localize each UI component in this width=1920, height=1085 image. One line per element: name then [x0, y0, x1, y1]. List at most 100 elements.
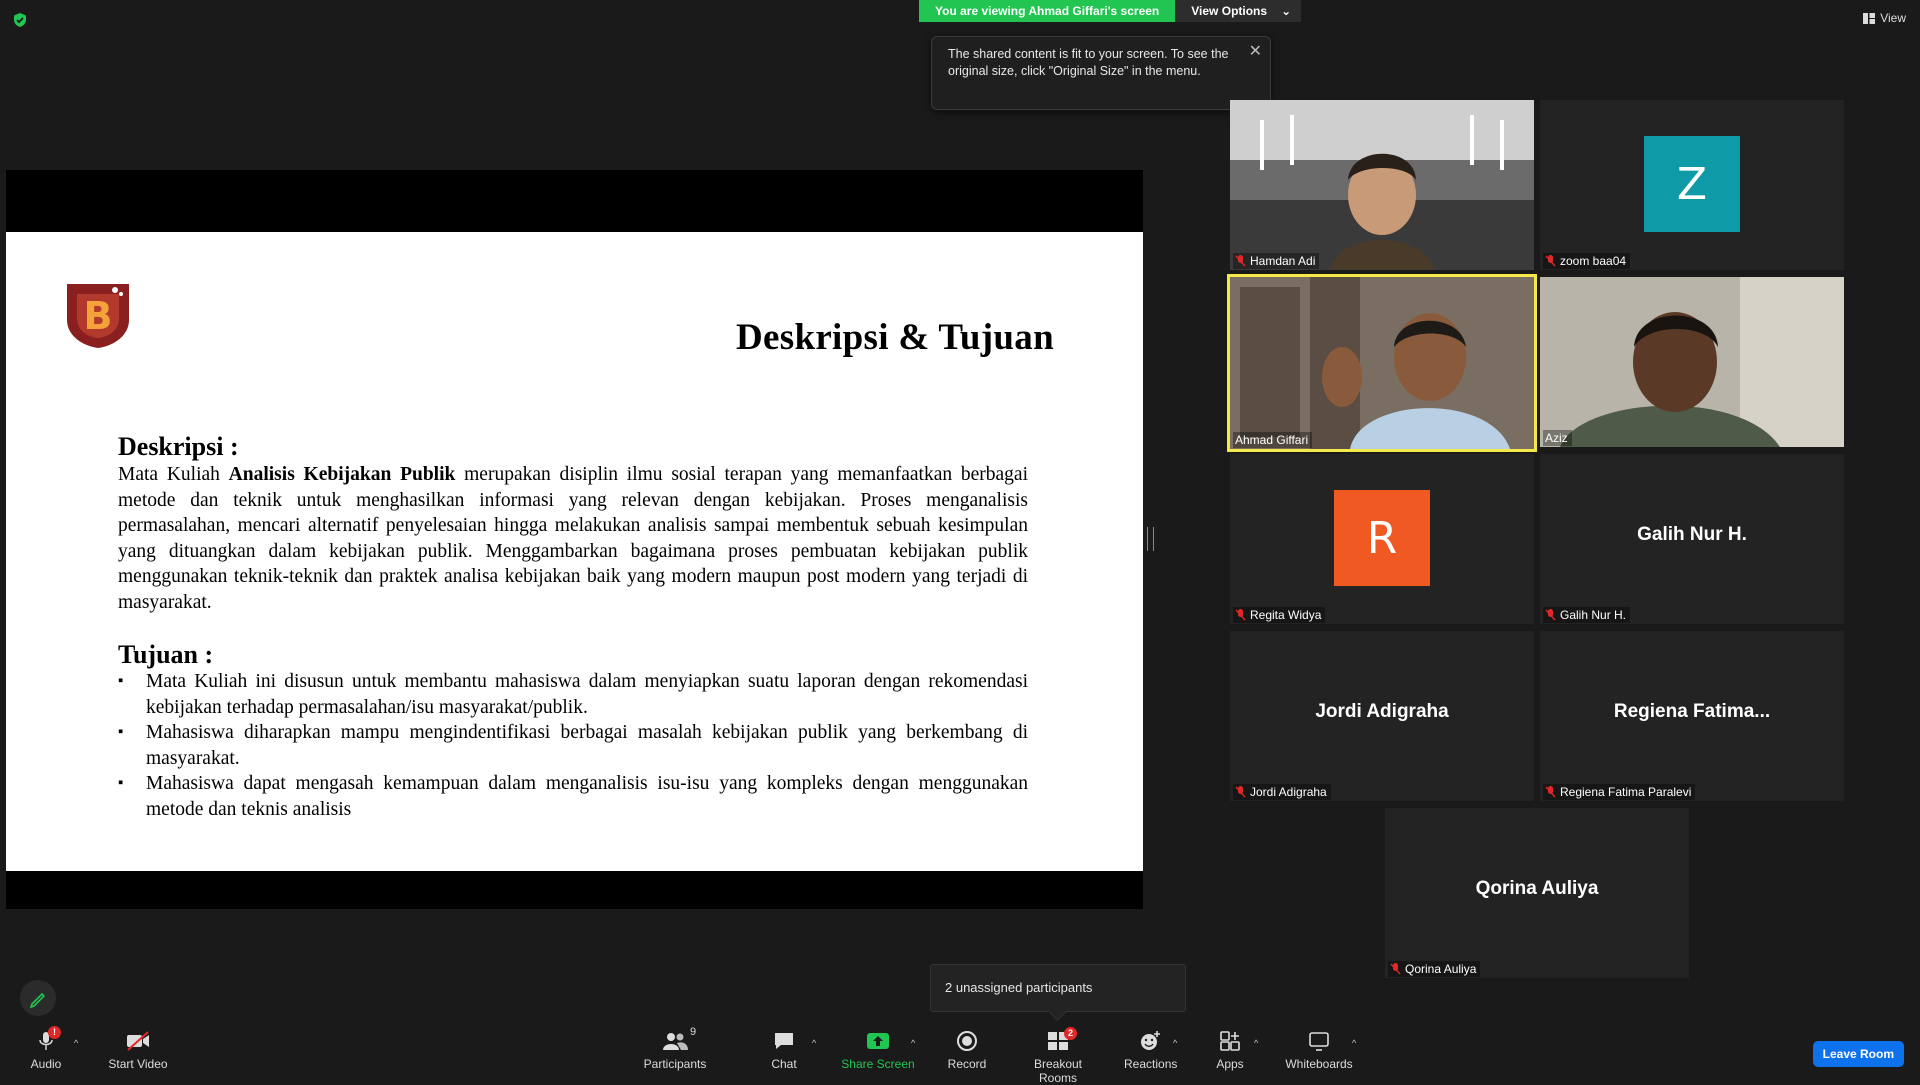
course-name: Analisis Kebijakan Publik [228, 464, 456, 485]
share-screen-label: Share Screen [841, 1057, 915, 1071]
screen-share-banner: You are viewing Ahmad Giffari's screen V… [919, 0, 1302, 22]
apps-options-caret[interactable]: ^ [1254, 1038, 1258, 1048]
mic-muted-icon [1545, 609, 1556, 621]
deskripsi-pre: Mata Kuliah [118, 464, 229, 485]
participant-name: Regita Widya [1233, 607, 1326, 623]
record-button[interactable]: Record [946, 1030, 988, 1071]
record-label: Record [947, 1057, 987, 1071]
tooltip-text: The shared content is fit to your screen… [948, 47, 1229, 78]
whiteboards-label: Whiteboards [1285, 1057, 1353, 1071]
participant-name: Aziz [1543, 430, 1572, 446]
video-tile-hamdan[interactable]: Hamdan Adi [1230, 100, 1534, 270]
reactions-options-caret[interactable]: ^ [1173, 1038, 1177, 1048]
view-button[interactable]: View [1863, 11, 1906, 25]
participant-display-name: Qorina Auliya [1475, 878, 1599, 899]
video-off-icon [127, 1031, 149, 1051]
reactions-label: Reactions [1124, 1057, 1178, 1071]
chat-options-caret[interactable]: ^ [812, 1038, 816, 1048]
apps-icon [1220, 1031, 1240, 1051]
tujuan-heading: Tujuan : [118, 640, 214, 669]
deskripsi-rest: merupakan disiplin ilmu sosial terapan y… [118, 464, 1028, 613]
audio-alert-badge: ! [48, 1026, 61, 1039]
participant-name: zoom baa04 [1543, 253, 1631, 269]
share-screen-icon [867, 1033, 889, 1049]
participant-name: Galih Nur H. [1543, 607, 1631, 623]
participants-label: Participants [643, 1057, 707, 1071]
chat-button[interactable]: Chat [764, 1030, 804, 1071]
audio-button[interactable]: ! Audio [26, 1026, 66, 1071]
viewing-label: You are viewing Ahmad Giffari's screen [919, 0, 1176, 22]
svg-text:B: B [84, 294, 113, 338]
whiteboards-options-caret[interactable]: ^ [1352, 1038, 1356, 1048]
participant-display-name: Jordi Adigraha [1315, 701, 1449, 722]
chevron-down-icon: ⌄ [1281, 4, 1292, 18]
close-icon[interactable]: ✕ [1249, 41, 1262, 61]
video-tile-regita[interactable]: R Regita Widya [1230, 454, 1534, 624]
resize-handle[interactable] [1147, 527, 1154, 551]
mic-muted-icon [1545, 255, 1556, 267]
breakout-rooms-button[interactable]: 2 Breakout Rooms [1014, 1027, 1102, 1085]
video-tile-zoom[interactable]: Z zoom baa04 [1540, 100, 1844, 270]
whiteboard-icon [1309, 1032, 1329, 1051]
deskripsi-paragraph: Mata Kuliah Analisis Kebijakan Publik me… [118, 462, 1028, 615]
chat-label: Chat [771, 1057, 797, 1071]
slide-title: Deskripsi & Tujuan [736, 317, 1054, 358]
audio-label: Audio [30, 1057, 62, 1071]
deskripsi-heading: Deskripsi : [118, 432, 239, 461]
breakout-rooms-label: Breakout Rooms [1033, 1057, 1083, 1085]
video-tile-aziz[interactable]: Aziz [1540, 277, 1844, 447]
tujuan-list: Mata Kuliah ini disusun untuk membantu m… [118, 669, 1028, 822]
video-tile-qorina[interactable]: Qorina Auliya Qorina Auliya [1385, 808, 1689, 978]
avatar: R [1334, 490, 1430, 586]
tujuan-item: Mahasiswa diharapkan mampu mengindentifi… [118, 720, 1028, 771]
participant-name: Ahmad Giffari [1233, 432, 1313, 448]
participants-button[interactable]: 9 Participants [640, 1026, 710, 1071]
breakout-badge: 2 [1064, 1027, 1077, 1040]
university-logo: B [67, 284, 129, 348]
share-options-caret[interactable]: ^ [911, 1038, 915, 1048]
participant-name: Regiena Fatima Paralevi [1543, 784, 1696, 800]
mic-muted-icon [1390, 963, 1401, 975]
view-options-button[interactable]: View Options ⌄ [1175, 0, 1302, 22]
start-video-button[interactable]: Start Video [106, 1030, 170, 1071]
participant-name: Hamdan Adi [1233, 253, 1320, 269]
apps-label: Apps [1216, 1057, 1244, 1071]
tujuan-item: Mahasiswa dapat mengasah kemampuan dalam… [118, 771, 1028, 822]
unassigned-participants-popup[interactable]: 2 unassigned participants [930, 964, 1186, 1021]
audio-options-caret[interactable]: ^ [74, 1038, 78, 1048]
start-video-label: Start Video [108, 1057, 168, 1071]
whiteboards-button[interactable]: Whiteboards [1282, 1030, 1356, 1071]
mic-muted-icon [1235, 609, 1246, 621]
video-feed-aziz [1540, 277, 1844, 447]
participants-count: 9 [690, 1026, 697, 1038]
video-tile-ahmad-active-speaker[interactable]: Ahmad Giffari [1227, 274, 1537, 452]
chat-icon [775, 1033, 793, 1049]
share-screen-button[interactable]: Share Screen [838, 1030, 918, 1071]
fit-to-screen-tooltip: The shared content is fit to your screen… [931, 36, 1271, 110]
participants-icon [663, 1033, 688, 1050]
participant-display-name: Regiena Fatima... [1613, 701, 1771, 722]
mic-muted-icon [1545, 786, 1556, 798]
video-tile-jordi[interactable]: Jordi Adigraha Jordi Adigraha [1230, 631, 1534, 801]
unassigned-label: 2 unassigned participants [945, 980, 1093, 995]
record-icon [957, 1031, 977, 1051]
video-feed-ahmad [1230, 277, 1534, 449]
annotate-button[interactable] [20, 980, 56, 1016]
gallery-view-icon [1863, 12, 1876, 24]
participant-name: Jordi Adigraha [1233, 784, 1331, 800]
reactions-button[interactable]: Reactions [1124, 1030, 1178, 1071]
leave-room-button[interactable]: Leave Room [1812, 1041, 1904, 1067]
mic-muted-icon [1235, 255, 1246, 267]
reactions-icon [1141, 1031, 1160, 1050]
tujuan-item: Mata Kuliah ini disusun untuk membantu m… [118, 669, 1028, 720]
video-tile-galih[interactable]: Galih Nur H. Galih Nur H. [1540, 454, 1844, 624]
view-label: View [1880, 11, 1906, 25]
view-options-label: View Options [1191, 4, 1268, 18]
apps-button[interactable]: Apps [1212, 1030, 1248, 1071]
video-feed-hamdan [1230, 100, 1534, 270]
pencil-icon [29, 992, 46, 1009]
security-shield-icon[interactable] [12, 12, 28, 28]
mic-muted-icon [1235, 786, 1246, 798]
video-tile-regiena[interactable]: Regiena Fatima... Regiena Fatima Paralev… [1540, 631, 1844, 801]
presentation-slide: B Deskripsi & Tujuan Deskripsi : Mata Ku… [6, 232, 1143, 871]
